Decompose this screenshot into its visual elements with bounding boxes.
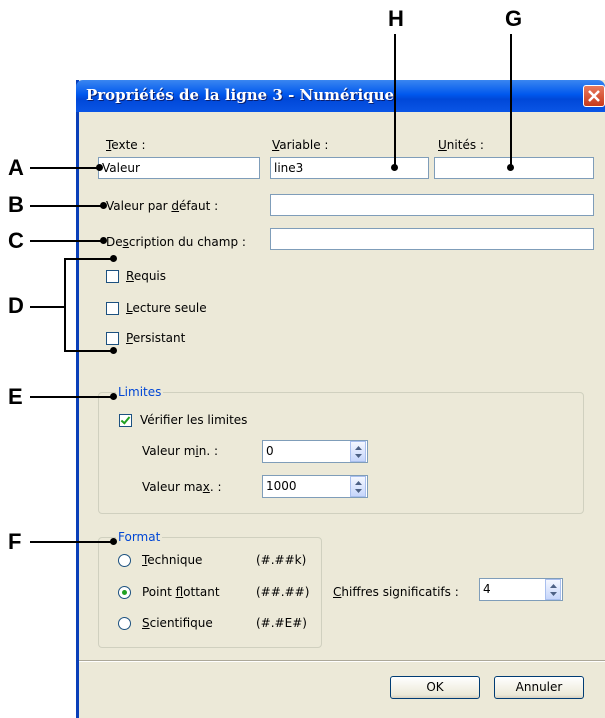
- bottom-separator: [79, 660, 605, 662]
- description-label: Description du champ :: [106, 235, 246, 249]
- format-legend: Format: [116, 530, 163, 544]
- point-flottant-pattern: (##.##): [256, 585, 310, 599]
- callout-g: G: [505, 6, 523, 31]
- callout-h-line: [394, 34, 396, 168]
- max-spinner[interactable]: [350, 476, 366, 497]
- verifier-limites-label[interactable]: Vérifier les limites: [140, 413, 247, 427]
- ok-button[interactable]: OK: [390, 676, 480, 699]
- max-label: Valeur max. :: [142, 480, 222, 494]
- callout-h-dot: [391, 164, 398, 171]
- callout-h: H: [388, 6, 404, 31]
- radio-scientifique[interactable]: [118, 617, 131, 630]
- spinner-arrows-icon: [550, 584, 557, 596]
- chiffres-label: Chiffres significatifs :: [333, 585, 459, 599]
- callout-b-line: [30, 205, 102, 207]
- callout-c-dot: [100, 237, 107, 244]
- callout-e-dot: [110, 393, 117, 400]
- callout-d-stub: [30, 306, 66, 308]
- close-icon: [588, 90, 600, 102]
- callout-f-dot: [110, 538, 117, 545]
- callout-a: A: [8, 155, 24, 180]
- point-flottant-label[interactable]: Point flottant: [142, 585, 220, 599]
- unites-label: Unités :: [438, 138, 484, 152]
- variable-label: Variable :: [272, 138, 329, 152]
- lecture-seule-checkbox[interactable]: [106, 302, 119, 315]
- lecture-seule-label[interactable]: Lecture seule: [126, 301, 207, 315]
- callout-f-line: [30, 541, 114, 543]
- dialog-title: Propriétés de la ligne 3 - Numérique: [86, 86, 395, 104]
- callout-c-line: [30, 240, 102, 242]
- cancel-button[interactable]: Annuler: [494, 676, 584, 699]
- scientifique-label[interactable]: Scientifique: [142, 616, 213, 630]
- callout-f: F: [8, 529, 22, 554]
- radio-technique[interactable]: [118, 554, 131, 567]
- callout-d-bottom-line: [64, 350, 114, 352]
- callout-d: D: [8, 293, 24, 318]
- callout-b-dot: [100, 202, 107, 209]
- description-field[interactable]: [270, 228, 594, 250]
- scientifique-pattern: (#.#E#): [256, 616, 307, 630]
- limites-legend: Limites: [116, 385, 164, 399]
- chiffres-spinner[interactable]: [545, 579, 561, 600]
- default-value-field[interactable]: [270, 194, 594, 216]
- default-value-label: Valeur par défaut :: [106, 199, 219, 213]
- spinner-arrows-icon: [355, 446, 362, 458]
- technique-pattern: (#.##k): [256, 553, 307, 567]
- texte-label-text: exte :: [111, 138, 146, 152]
- min-label: Valeur min. :: [142, 444, 219, 458]
- min-spinner[interactable]: [350, 441, 366, 462]
- persistant-checkbox[interactable]: [106, 332, 119, 345]
- persistant-label[interactable]: Persistant: [126, 331, 185, 345]
- callout-d-top-line: [64, 258, 114, 260]
- texte-field[interactable]: Valeur: [98, 157, 260, 179]
- callout-b: B: [8, 192, 24, 217]
- callout-g-line: [510, 34, 512, 168]
- callout-g-dot: [507, 164, 514, 171]
- callout-e: E: [8, 384, 23, 409]
- callout-a-dot: [96, 164, 103, 171]
- callout-d-bottom-dot: [110, 347, 117, 354]
- callout-e-line: [30, 396, 114, 398]
- variable-field[interactable]: line3: [270, 157, 429, 179]
- unites-field[interactable]: [434, 157, 594, 179]
- requis-label[interactable]: Requis: [126, 269, 166, 283]
- callout-d-bracket: [64, 258, 66, 352]
- requis-checkbox[interactable]: [106, 270, 119, 283]
- callout-d-top-dot: [110, 255, 117, 262]
- texte-label: Texte :: [106, 138, 146, 152]
- callout-a-line: [30, 167, 102, 169]
- callout-c: C: [8, 228, 24, 253]
- radio-point-flottant[interactable]: [118, 586, 131, 599]
- close-button[interactable]: [583, 85, 605, 107]
- verifier-limites-checkbox[interactable]: [119, 414, 132, 427]
- spinner-arrows-icon: [355, 481, 362, 493]
- technique-label[interactable]: Technique: [142, 553, 202, 567]
